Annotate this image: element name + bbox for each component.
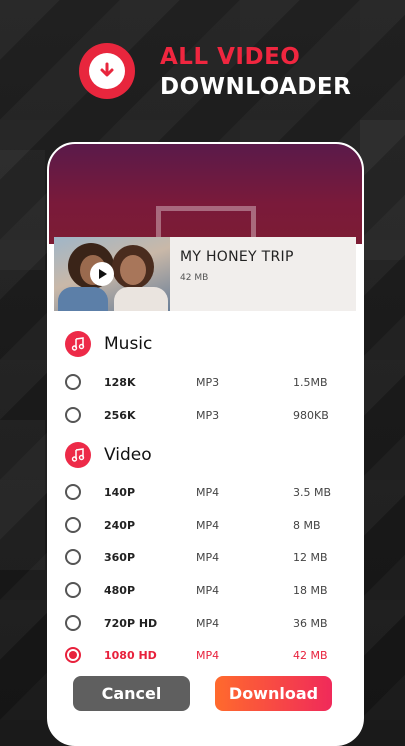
download-arrow-icon — [89, 53, 125, 89]
music-note-icon — [65, 442, 91, 468]
radio-button[interactable] — [65, 374, 81, 390]
option-size: 18 MB — [293, 583, 328, 597]
radio-button[interactable] — [65, 582, 81, 598]
option-row[interactable]: 256K MP3 980KB — [65, 403, 345, 427]
music-section-label: Music — [104, 334, 153, 354]
option-row[interactable]: 140P MP4 3.5 MB — [65, 480, 345, 504]
app-logo — [79, 43, 135, 99]
option-quality: 360P — [104, 550, 136, 564]
option-format: MP4 — [196, 583, 220, 597]
option-format: MP4 — [196, 485, 220, 499]
option-row[interactable]: 720P HD MP4 36 MB — [65, 611, 345, 635]
option-row[interactable]: 480P MP4 18 MB — [65, 578, 345, 602]
option-quality: 720P HD — [104, 616, 158, 630]
radio-button[interactable] — [65, 615, 81, 631]
radio-button[interactable] — [65, 484, 81, 500]
thumbnail-body — [58, 287, 108, 311]
option-row-selected[interactable]: 1080 HD MP4 42 MB — [65, 643, 345, 667]
video-thumbnail[interactable] — [54, 237, 170, 311]
background-tile — [0, 420, 45, 570]
radio-button[interactable] — [65, 517, 81, 533]
option-quality: 140P — [104, 485, 136, 499]
option-format: MP4 — [196, 616, 220, 630]
option-size: 1.5MB — [293, 375, 328, 389]
radio-button[interactable] — [65, 549, 81, 565]
option-format: MP3 — [196, 375, 220, 389]
radio-button-selected[interactable] — [65, 647, 81, 663]
option-quality: 128K — [104, 375, 136, 389]
thumbnail-face — [120, 255, 146, 285]
music-note-icon — [65, 331, 91, 357]
video-section-label: Video — [104, 445, 152, 465]
option-row[interactable]: 128K MP3 1.5MB — [65, 370, 345, 394]
option-size: 8 MB — [293, 518, 321, 532]
headline-line-2: DOWNLOADER — [160, 74, 352, 100]
option-quality: 240P — [104, 518, 136, 532]
video-section-header: Video — [65, 442, 152, 468]
video-size: 42 MB — [180, 273, 209, 283]
option-format: MP3 — [196, 408, 220, 422]
background-tile — [360, 120, 405, 260]
phone-header-gradient — [49, 144, 362, 291]
headline-line-1: ALL VIDEO — [160, 44, 301, 70]
option-format: MP4 — [196, 550, 220, 564]
option-row[interactable]: 240P MP4 8 MB — [65, 513, 345, 537]
video-title: MY HONEY TRIP — [180, 249, 294, 265]
option-row[interactable]: 360P MP4 12 MB — [65, 545, 345, 569]
music-section-header: Music — [65, 331, 152, 357]
option-quality: 480P — [104, 583, 136, 597]
option-quality: 256K — [104, 408, 136, 422]
option-size: 980KB — [293, 408, 329, 422]
option-size: 3.5 MB — [293, 485, 332, 499]
option-format: MP4 — [196, 518, 220, 532]
option-quality: 1080 HD — [104, 648, 157, 662]
download-button[interactable]: Download — [215, 676, 332, 711]
video-card[interactable]: MY HONEY TRIP 42 MB — [54, 237, 356, 311]
thumbnail-body — [114, 287, 168, 311]
cancel-button[interactable]: Cancel — [73, 676, 190, 711]
option-size: 42 MB — [293, 648, 328, 662]
background-tile — [0, 150, 45, 270]
radio-button[interactable] — [65, 407, 81, 423]
phone-frame: MY HONEY TRIP 42 MB Music 128K MP3 1.5MB… — [47, 142, 364, 746]
option-format: MP4 — [196, 648, 220, 662]
play-icon[interactable] — [90, 262, 114, 286]
option-size: 36 MB — [293, 616, 328, 630]
option-size: 12 MB — [293, 550, 328, 564]
